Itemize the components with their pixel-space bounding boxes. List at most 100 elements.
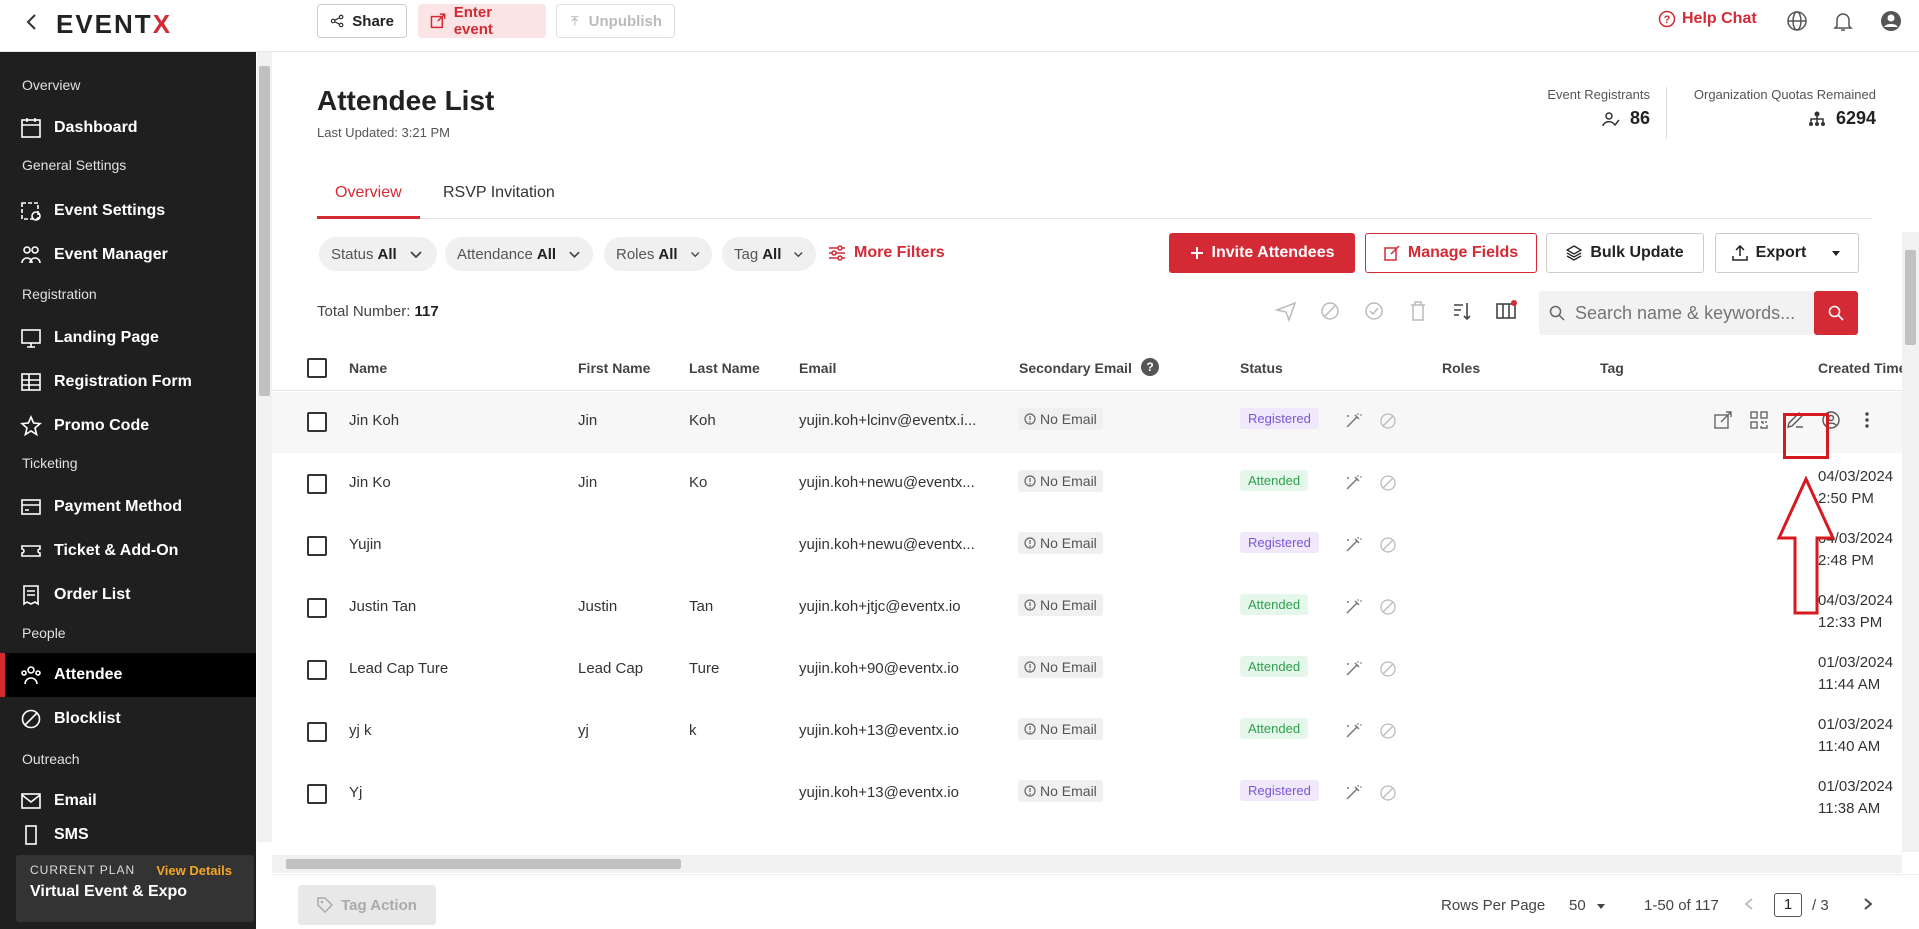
header-secondary-email[interactable]: Secondary Email [1019, 360, 1132, 376]
bulk-update-button[interactable]: Bulk Update [1546, 233, 1704, 273]
prev-page-icon[interactable] [1743, 897, 1755, 915]
invite-attendees-button[interactable]: Invite Attendees [1169, 233, 1355, 273]
help-icon[interactable]: ? [1141, 358, 1159, 376]
magic-wand-icon[interactable] [1344, 784, 1362, 802]
header-tag[interactable]: Tag [1600, 360, 1624, 376]
row-checkbox[interactable] [307, 722, 327, 742]
back-chevron-icon[interactable] [22, 12, 42, 32]
sidebar-scrollbar[interactable] [257, 52, 272, 842]
header-name[interactable]: Name [349, 360, 387, 376]
cell-name[interactable]: Lead Cap Ture [349, 660, 569, 677]
cell-name[interactable]: Justin Tan [349, 598, 569, 615]
sidebar-item-order-list[interactable]: Order List [0, 573, 256, 617]
sidebar-item-payment-method[interactable]: Payment Method [0, 485, 256, 529]
tag-filter[interactable]: Tag All [722, 237, 816, 271]
rows-per-page-select[interactable]: 50 [1569, 897, 1606, 914]
sidebar-item-registration-form[interactable]: Registration Form [0, 360, 256, 404]
export-button[interactable]: Export [1715, 233, 1859, 273]
eventx-logo[interactable]: EVENTX [56, 9, 172, 40]
header-email[interactable]: Email [799, 360, 836, 376]
sort-icon[interactable] [1451, 300, 1473, 322]
sidebar-item-blocklist[interactable]: Blocklist [0, 697, 256, 741]
status-filter[interactable]: Status All [319, 237, 437, 271]
attendance-filter[interactable]: Attendance All [445, 237, 593, 271]
magic-wand-icon[interactable] [1344, 536, 1362, 554]
table-row[interactable]: Lead Cap Ture Lead Cap Ture yujin.koh+90@ev… [272, 640, 1919, 701]
cell-name[interactable]: Jin Ko [349, 474, 569, 491]
cell-name[interactable]: Yj [349, 784, 569, 801]
tab-overview[interactable]: Overview [317, 167, 420, 219]
header-status[interactable]: Status [1240, 360, 1283, 376]
tag-action-button[interactable]: Tag Action [298, 885, 436, 925]
block-icon[interactable] [1319, 300, 1341, 322]
table-row[interactable]: Jin Ko Jin Ko yujin.koh+newu@eventx... No Em… [272, 454, 1919, 515]
scrollbar-thumb[interactable] [259, 66, 270, 396]
sidebar-item-promo-code[interactable]: Promo Code [0, 404, 256, 448]
columns-icon[interactable] [1495, 300, 1517, 322]
block-icon[interactable] [1379, 474, 1397, 492]
header-last-name[interactable]: Last Name [689, 360, 760, 376]
tab-rsvp-invitation[interactable]: RSVP Invitation [425, 167, 573, 219]
table-row[interactable]: Yj yujin.koh+13@eventx.io No Email Register… [272, 764, 1919, 825]
share-button[interactable]: Share [317, 4, 407, 38]
header-roles[interactable]: Roles [1442, 360, 1480, 376]
sidebar-item-landing-page[interactable]: Landing Page [0, 316, 256, 360]
block-icon[interactable] [1379, 784, 1397, 802]
bell-icon[interactable] [1832, 10, 1854, 32]
sidebar-item-ticket-addon[interactable]: Ticket & Add-On [0, 529, 256, 573]
trash-icon[interactable] [1407, 300, 1429, 322]
sidebar-item-email[interactable]: Email [0, 779, 256, 823]
sidebar-item-event-manager[interactable]: Event Manager [0, 233, 256, 277]
more-vertical-icon[interactable] [1856, 409, 1878, 431]
row-checkbox[interactable] [307, 598, 327, 618]
sidebar-item-event-settings[interactable]: Event Settings [0, 189, 256, 233]
sidebar-item-sms[interactable]: SMS [0, 821, 256, 849]
roles-filter[interactable]: Roles All [604, 237, 712, 271]
qr-code-icon[interactable] [1748, 409, 1770, 431]
manage-fields-button[interactable]: Manage Fields [1365, 233, 1537, 273]
select-all-checkbox[interactable] [307, 358, 327, 378]
scrollbar-thumb[interactable] [286, 859, 681, 869]
row-checkbox[interactable] [307, 784, 327, 804]
cell-name[interactable]: Jin Koh [349, 412, 569, 429]
row-checkbox[interactable] [307, 660, 327, 680]
header-first-name[interactable]: First Name [578, 360, 650, 376]
magic-wand-icon[interactable] [1344, 660, 1362, 678]
block-icon[interactable] [1379, 598, 1397, 616]
table-row[interactable]: Jin Koh Jin Koh yujin.koh+lcinv@eventx.i...… [272, 392, 1919, 453]
row-checkbox[interactable] [307, 536, 327, 556]
enter-event-button[interactable]: Enter event [418, 4, 546, 38]
next-page-icon[interactable] [1862, 897, 1874, 915]
horizontal-scrollbar[interactable] [272, 855, 1902, 873]
check-circle-icon[interactable] [1363, 300, 1385, 322]
help-chat-button[interactable]: ? Help Chat [1658, 10, 1757, 28]
send-icon[interactable] [1274, 300, 1297, 323]
block-icon[interactable] [1379, 536, 1397, 554]
header-created-time[interactable]: Created Time [1818, 360, 1903, 376]
scrollbar-thumb[interactable] [1905, 250, 1916, 345]
unpublish-button[interactable]: Unpublish [556, 4, 675, 38]
block-icon[interactable] [1379, 412, 1397, 430]
table-row[interactable]: Justin Tan Justin Tan yujin.koh+jtjc@eventx… [272, 578, 1919, 639]
magic-wand-icon[interactable] [1344, 598, 1362, 616]
sidebar-item-dashboard[interactable]: Dashboard [0, 106, 256, 150]
cell-name[interactable]: Yujin [349, 536, 569, 553]
send-edit-icon[interactable] [1712, 409, 1734, 431]
search-button[interactable] [1814, 291, 1858, 335]
row-checkbox[interactable] [307, 412, 327, 432]
more-filters-button[interactable]: More Filters [828, 244, 945, 262]
magic-wand-icon[interactable] [1344, 722, 1362, 740]
page-input[interactable]: 1 [1774, 893, 1802, 917]
magic-wand-icon[interactable] [1344, 412, 1362, 430]
row-checkbox[interactable] [307, 474, 327, 494]
table-row[interactable]: Yujin yujin.koh+newu@eventx... No Email Reg… [272, 516, 1919, 577]
user-avatar-icon[interactable] [1880, 10, 1902, 32]
cell-name[interactable]: yj k [349, 722, 569, 739]
view-details-link[interactable]: View Details [156, 863, 232, 878]
table-row[interactable]: yj k yj k yujin.koh+13@eventx.io No Email Att… [272, 702, 1919, 763]
vertical-scrollbar[interactable] [1902, 232, 1919, 852]
globe-icon[interactable] [1786, 10, 1808, 32]
block-icon[interactable] [1379, 660, 1397, 678]
block-icon[interactable] [1379, 722, 1397, 740]
search-input[interactable] [1575, 291, 1810, 335]
